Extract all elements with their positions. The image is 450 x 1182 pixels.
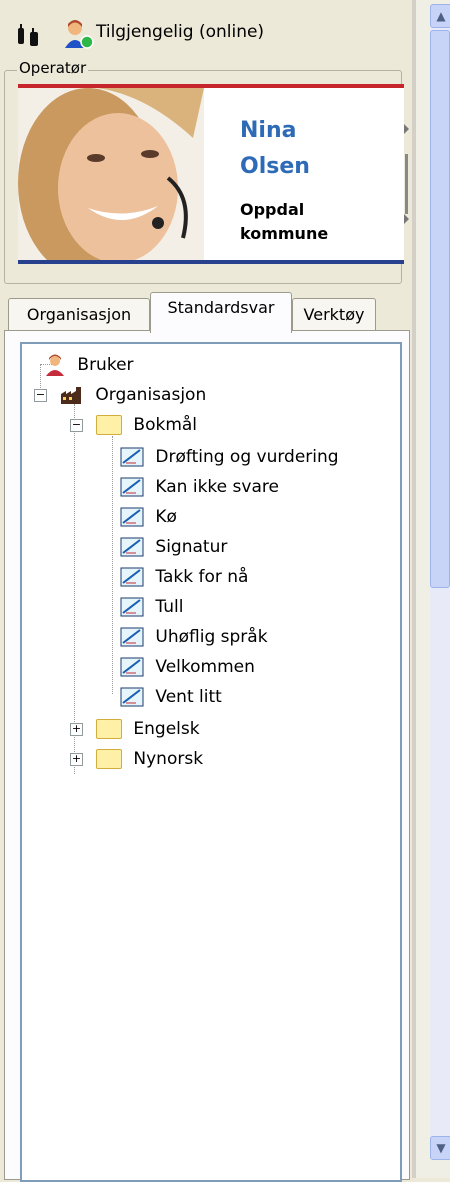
tree-item-answer[interactable]: Velkommen [120,652,255,682]
user-icon [46,354,64,376]
tab-standardsvar[interactable]: Standardsvar [150,292,292,333]
tree-item-answer[interactable]: Uhøflig språk [120,622,268,652]
tree-item-label: Uhøflig språk [155,627,268,647]
tree-item-answer[interactable]: Drøfting og vurdering [120,442,339,472]
operator-last-name: Olsen [240,154,310,179]
answer-document-icon [120,537,144,557]
tree-item-answer[interactable]: Takk for nå [120,562,248,592]
tree-item-label: Bokmål [133,415,198,435]
banner-scroll-control[interactable] [402,84,412,264]
tree-item-label: Engelsk [133,719,200,739]
connection-plug-icon[interactable] [14,22,48,50]
collapse-icon[interactable]: − [70,419,83,432]
tree-item-answer[interactable]: Signatur [120,532,227,562]
tree-item-label: Tull [155,597,184,617]
tree-item-answer[interactable]: Vent litt [120,682,222,712]
operator-org-line2: kommune [240,224,329,243]
folder-icon [96,749,122,769]
tree-item-label: Takk for nå [155,567,249,587]
tree-line [112,436,113,694]
tree-item-bruker[interactable]: Bruker [30,350,134,380]
scroll-down-icon[interactable]: ▼ [430,1136,450,1160]
answer-document-icon [120,447,144,467]
status-label[interactable]: Tilgjengelig (online) [96,22,264,42]
status-bar: Tilgjengelig (online) [0,0,412,60]
expand-icon[interactable]: + [70,723,83,736]
operator-first-name: Nina [240,118,297,143]
tree-item-answer[interactable]: Kan ikke svare [120,472,279,502]
folder-icon [96,415,122,435]
answer-document-icon [120,687,144,707]
tree-folder-nynorsk[interactable]: + Nynorsk [66,744,203,774]
tree-item-label: Kø [155,507,177,527]
operator-photo [18,88,204,260]
answer-document-icon [120,627,144,647]
tab-strip: Organisasjon Standardsvar Verktøy [4,288,410,334]
answer-document-icon [120,567,144,587]
tree-item-label: Organisasjon [95,385,207,405]
answer-document-icon [120,597,144,617]
operator-org-line1: Oppdal [240,200,305,219]
tree-item-label: Bruker [77,355,134,375]
tree-folder-bokmal[interactable]: − Bokmål [66,410,197,440]
tree-item-label: Velkommen [155,657,255,677]
tree-item-label: Kan ikke svare [155,477,279,497]
tree-item-organisasjon[interactable]: − Organisasjon [30,380,206,410]
tree-item-answer[interactable]: Kø [120,502,177,532]
tree-folder-engelsk[interactable]: + Engelsk [66,714,200,744]
collapse-icon[interactable]: − [34,389,47,402]
answer-document-icon [120,507,144,527]
tree-item-label: Drøfting og vurdering [155,447,339,467]
operator-legend: Operatør [17,59,89,77]
banner-blue-line [18,260,404,264]
folder-icon [96,719,122,739]
tree-view[interactable]: Bruker − Organisasjon − Bokmål Drøfting … [20,342,402,1182]
tree-item-label: Vent litt [155,687,222,707]
scroll-up-icon[interactable]: ▲ [430,4,450,28]
expand-icon[interactable]: + [70,753,83,766]
tree-item-answer[interactable]: Tull [120,592,183,622]
factory-icon [61,387,81,404]
tab-verktoy[interactable]: Verktøy [292,298,376,331]
operator-banner: Nina Olsen Oppdal kommune [18,84,404,264]
answer-document-icon [120,657,144,677]
answer-document-icon [120,477,144,497]
scroll-thumb[interactable] [430,30,450,588]
tree-item-label: Signatur [155,537,228,557]
tab-organisasjon[interactable]: Organisasjon [8,298,150,331]
user-status-icon[interactable] [62,18,94,50]
tree-item-label: Nynorsk [133,749,204,769]
